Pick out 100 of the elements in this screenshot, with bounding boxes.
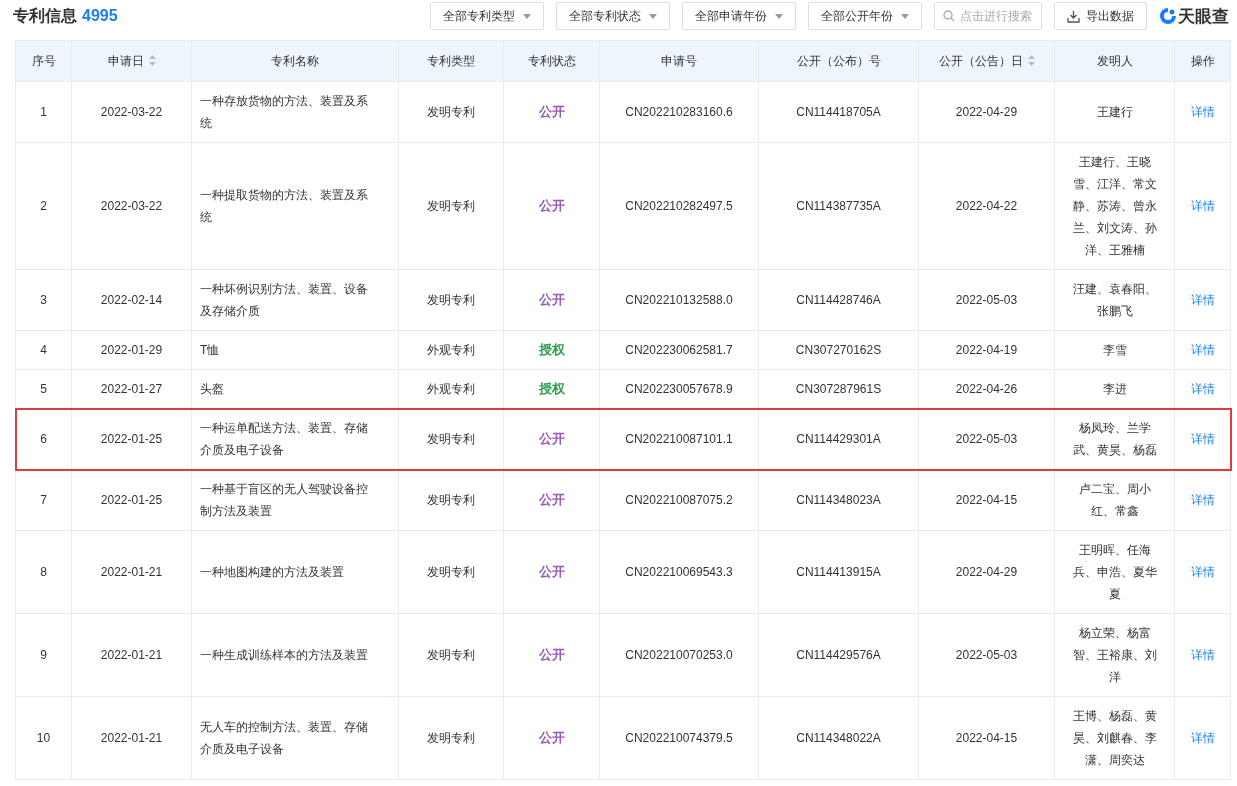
table-cell: 2022-01-21	[71, 696, 192, 780]
column-header: 专利类型	[398, 40, 504, 82]
table-cell: 发明专利	[398, 269, 504, 331]
table-cell: 王明晖、任海兵、申浩、夏华夏	[1054, 530, 1175, 614]
table-cell: 杨立荣、杨富智、王裕康、刘洋	[1054, 613, 1175, 697]
logo-text: 天眼查	[1178, 5, 1229, 28]
table-cell: 2022-01-29	[71, 330, 192, 370]
table-cell: 王建行、王晓雪、江洋、常文静、苏涛、曾永兰、刘文涛、孙洋、王雅楠	[1054, 142, 1175, 270]
table-cell: CN114348022A	[758, 696, 919, 780]
filter-dropdown[interactable]: 全部公开年份	[808, 2, 922, 30]
status-text: 公开	[538, 647, 565, 662]
table-cell: 发明专利	[398, 613, 504, 697]
table-cell: 汪建、袁春阳、张鹏飞	[1054, 269, 1175, 331]
status-text: 公开	[538, 198, 565, 213]
table-cell: 2022-01-25	[71, 469, 192, 531]
table-cell: 2022-04-29	[918, 81, 1055, 143]
table-cell: 一种存放货物的方法、装置及系统	[191, 81, 399, 143]
status-text: 授权	[538, 342, 565, 357]
column-header: 发明人	[1054, 40, 1175, 82]
column-header: 专利状态	[503, 40, 600, 82]
table-cell: 3	[15, 269, 72, 331]
sort-icon[interactable]	[1027, 54, 1035, 66]
table-cell: CN114387735A	[758, 142, 919, 270]
search-field[interactable]: 点击进行搜索	[934, 2, 1042, 30]
table-cell: 2022-02-14	[71, 269, 192, 331]
table-cell: 2022-04-29	[918, 530, 1055, 614]
detail-link[interactable]: 详情	[1190, 105, 1215, 119]
detail-link[interactable]: 详情	[1190, 293, 1215, 307]
table-cell: CN202210074379.5	[599, 696, 759, 780]
filter-dropdown[interactable]: 全部专利类型	[430, 2, 544, 30]
table-cell: 10	[15, 696, 72, 780]
table-cell: 2022-04-15	[918, 696, 1055, 780]
table-cell: 发明专利	[398, 81, 504, 143]
column-header: 专利名称	[191, 40, 399, 82]
column-header: 操作	[1174, 40, 1231, 82]
logo-icon	[1159, 7, 1177, 25]
table-cell: 发明专利	[398, 696, 504, 780]
table-cell: 李雪	[1054, 330, 1175, 370]
table-cell: 2022-05-03	[918, 269, 1055, 331]
detail-link[interactable]: 详情	[1190, 382, 1215, 396]
table-cell: T恤	[191, 330, 399, 370]
table-cell: 2022-01-21	[71, 613, 192, 697]
export-button[interactable]: 导出数据	[1054, 2, 1147, 30]
section-title: 专利信息 4995	[13, 6, 118, 26]
table-cell: CN307270162S	[758, 330, 919, 370]
status-text: 公开	[538, 104, 565, 119]
table-cell: 2022-04-19	[918, 330, 1055, 370]
table-cell: CN202210282497.5	[599, 142, 759, 270]
table-cell: 2022-05-03	[918, 613, 1055, 697]
table-cell: CN202210069543.3	[599, 530, 759, 614]
table-cell: CN202210087075.2	[599, 469, 759, 531]
table-cell: 4	[15, 330, 72, 370]
table-cell: 无人车的控制方法、装置、存储介质及电子设备	[191, 696, 399, 780]
table-cell: 发明专利	[398, 469, 504, 531]
status-text: 公开	[538, 730, 565, 745]
detail-link[interactable]: 详情	[1190, 432, 1215, 446]
detail-link[interactable]: 详情	[1190, 731, 1215, 745]
column-header[interactable]: 申请日	[71, 40, 192, 82]
column-header: 序号	[15, 40, 72, 82]
status-text: 公开	[538, 564, 565, 579]
table-cell: 王建行	[1054, 81, 1175, 143]
status-text: 公开	[538, 431, 565, 446]
detail-link[interactable]: 详情	[1190, 493, 1215, 507]
column-header: 公开（公布）号	[758, 40, 919, 82]
table-cell: CN114428746A	[758, 269, 919, 331]
download-icon	[1067, 9, 1080, 23]
column-header[interactable]: 公开（公告）日	[918, 40, 1055, 82]
table-cell: 2022-04-15	[918, 469, 1055, 531]
detail-link[interactable]: 详情	[1190, 343, 1215, 357]
table-cell: 一种生成训练样本的方法及装置	[191, 613, 399, 697]
table-cell: 2022-03-22	[71, 81, 192, 143]
table-cell: 2022-04-22	[918, 142, 1055, 270]
table-cell: 一种坏例识别方法、装置、设备及存储介质	[191, 269, 399, 331]
status-text: 授权	[538, 381, 565, 396]
table-cell: 5	[15, 369, 72, 409]
table-cell: CN114413915A	[758, 530, 919, 614]
table-cell: CN114348023A	[758, 469, 919, 531]
table-cell: 8	[15, 530, 72, 614]
table-cell: 2022-03-22	[71, 142, 192, 270]
status-text: 公开	[538, 492, 565, 507]
table-cell: 卢二宝、周小红、常鑫	[1054, 469, 1175, 531]
table-cell: 7	[15, 469, 72, 531]
table-cell: CN202210283160.6	[599, 81, 759, 143]
column-header: 申请号	[599, 40, 759, 82]
table-cell: 发明专利	[398, 530, 504, 614]
filter-dropdown[interactable]: 全部专利状态	[556, 2, 670, 30]
table-cell: 一种地图构建的方法及装置	[191, 530, 399, 614]
detail-link[interactable]: 详情	[1190, 199, 1215, 213]
table-cell: 发明专利	[398, 142, 504, 270]
filter-dropdown[interactable]: 全部申请年份	[682, 2, 796, 30]
table-cell: 一种基于盲区的无人驾驶设备控制方法及装置	[191, 469, 399, 531]
sort-icon[interactable]	[148, 54, 156, 66]
detail-link[interactable]: 详情	[1190, 648, 1215, 662]
detail-link[interactable]: 详情	[1190, 565, 1215, 579]
table-cell: 1	[15, 81, 72, 143]
status-text: 公开	[538, 292, 565, 307]
table-cell: 外观专利	[398, 330, 504, 370]
table-cell: CN202210070253.0	[599, 613, 759, 697]
table-cell: 9	[15, 613, 72, 697]
table-cell: CN202230062581.7	[599, 330, 759, 370]
